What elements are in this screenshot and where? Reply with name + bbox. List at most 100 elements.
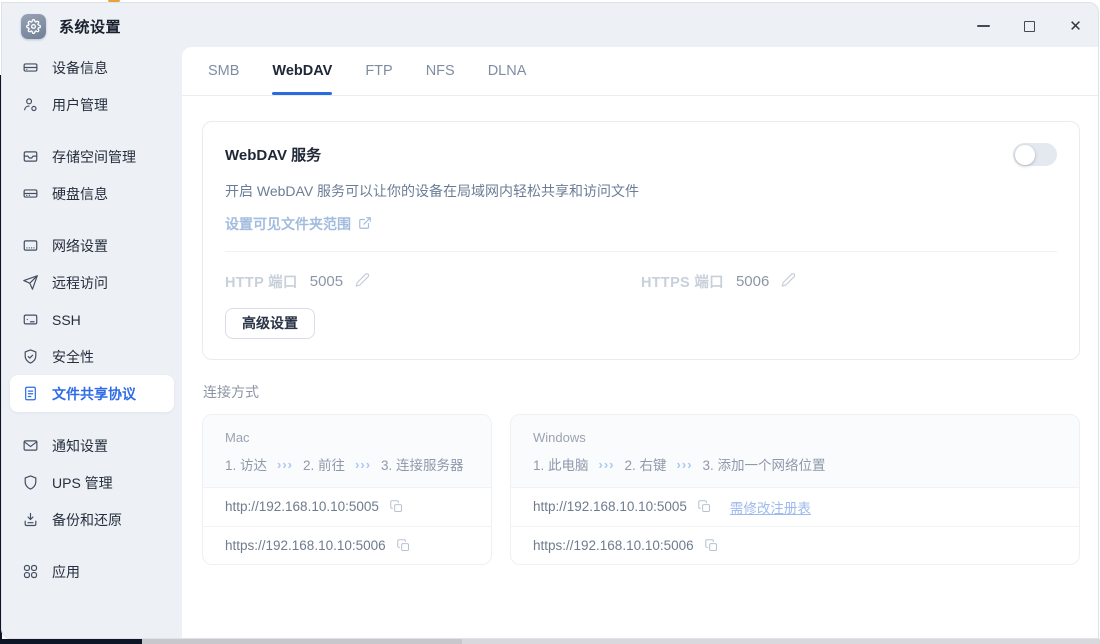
tab-ftp[interactable]: FTP [365, 47, 392, 95]
copy-icon[interactable] [697, 499, 712, 514]
connection-card-windows: Windows 1. 此电脑 ››› 2. 右键 ››› 3. 添加一个网络位置 http:… [510, 414, 1080, 565]
users-icon [22, 96, 39, 113]
ssh-icon [22, 311, 39, 328]
connection-steps: 1. 此电脑 ››› 2. 右键 ››› 3. 添加一个网络位置 [533, 454, 1057, 474]
sidebar-item-disk[interactable]: 硬盘信息 [10, 175, 174, 212]
sidebar-item-label: 远程访问 [52, 274, 108, 291]
maximize-icon[interactable] [1020, 17, 1039, 36]
close-icon[interactable]: ✕ [1066, 17, 1085, 36]
storage-icon [22, 148, 39, 165]
url-row: https://192.168.10.10:5006 [203, 525, 491, 565]
http-port-edit-icon[interactable] [355, 272, 370, 292]
minimize-icon[interactable] [974, 17, 993, 36]
os-label: Windows [533, 430, 586, 445]
sidebar-item-ssh[interactable]: SSH [10, 301, 174, 338]
sidebar: 设备信息用户管理存储空间管理硬盘信息网络设置远程访问 SSH 安全性文件共享协议 通知… [2, 49, 182, 638]
device-info-icon [22, 59, 39, 76]
content-panel: SMB WebDAV FTP NFS DLNA WebDAV 服务 开启 WebDAV … [182, 47, 1098, 638]
step-label: 1. 此电脑 [533, 458, 589, 473]
sidebar-item-notification[interactable]: 通知设置 [10, 427, 174, 464]
backdrop-grey-segment [142, 639, 462, 644]
service-title: WebDAV 服务 [225, 147, 322, 164]
connection-card-mac: Mac 1. 访达 ››› 2. 前往 ››› 3. 连接服务器 http://192.16… [202, 414, 492, 565]
file-share-icon [22, 385, 39, 402]
https-port-edit-icon[interactable] [781, 272, 796, 292]
sidebar-item-file-share[interactable]: 文件共享协议 [10, 375, 174, 412]
ups-icon [22, 474, 39, 491]
sidebar-item-remote[interactable]: 远程访问 [10, 264, 174, 301]
apps-icon [22, 563, 39, 580]
sidebar-item-label: 设备信息 [52, 59, 108, 76]
connection-cards: Mac 1. 访达 ››› 2. 前往 ››› 3. 连接服务器 http://192.16… [202, 414, 1080, 565]
connection-steps: 1. 访达 ››› 2. 前往 ››› 3. 连接服务器 [225, 454, 469, 474]
http-port-group: HTTP 端口 5005 [225, 271, 641, 292]
tab-webdav[interactable]: WebDAV [272, 47, 332, 95]
sidebar-group-1: 设备信息 用户管理 [2, 49, 182, 123]
chevron-right-icon: ››› [277, 456, 294, 472]
step-label: 2. 右键 [624, 458, 667, 473]
webdav-service-card: WebDAV 服务 开启 WebDAV 服务可以让你的设备在局域网内轻松共享和访… [202, 121, 1080, 360]
chevron-right-icon: ››› [598, 456, 615, 472]
https-port-label: HTTPS 端口 [641, 275, 724, 291]
titlebar: 系统设置 ✕ [2, 3, 1098, 49]
sidebar-item-users[interactable]: 用户管理 [10, 86, 174, 123]
sidebar-item-label: 文件共享协议 [52, 385, 136, 402]
sidebar-item-label: 通知设置 [52, 437, 108, 454]
sidebar-item-label: 备份和还原 [52, 511, 122, 528]
sidebar-group-2: 存储空间管理硬盘信息 [2, 138, 182, 212]
folder-scope-link[interactable]: 设置可见文件夹范围 [225, 214, 1057, 234]
disk-icon [22, 185, 39, 202]
connection-url: http://192.168.10.10:5005 [225, 499, 379, 515]
external-link-icon [358, 216, 372, 233]
sidebar-item-device-info[interactable]: 设备信息 [10, 49, 174, 86]
sidebar-group-3: 网络设置远程访问 SSH 安全性文件共享协议 [2, 227, 182, 412]
sidebar-item-label: UPS 管理 [52, 474, 113, 491]
remote-icon [22, 274, 39, 291]
registry-note-link[interactable]: 需修改注册表 [730, 497, 811, 517]
sidebar-item-storage[interactable]: 存储空间管理 [10, 138, 174, 175]
step-label: 2. 前往 [303, 458, 346, 473]
sidebar-item-security[interactable]: 安全性 [10, 338, 174, 375]
advanced-settings-button[interactable]: 高级设置 [225, 308, 315, 339]
chevron-right-icon: ››› [355, 456, 372, 472]
copy-icon[interactable] [389, 499, 404, 514]
connection-card-header: Mac 1. 访达 ››› 2. 前往 ››› 3. 连接服务器 [203, 415, 491, 487]
sidebar-item-backup[interactable]: 备份和还原 [10, 501, 174, 538]
connection-card-header: Windows 1. 此电脑 ››› 2. 右键 ››› 3. 添加一个网络位置 [511, 415, 1079, 487]
settings-gear-icon [21, 13, 46, 39]
https-port-value: 5006 [735, 273, 770, 290]
connection-url: http://192.168.10.10:5005 [533, 499, 687, 515]
copy-icon[interactable] [396, 538, 411, 553]
tab-dlna[interactable]: DLNA [488, 47, 527, 95]
notification-icon [22, 437, 39, 454]
window-controls: ✕ [974, 17, 1098, 36]
os-label: Mac [225, 430, 250, 445]
settings-window: 系统设置 ✕ 设备信息用户管理存储空间管理硬盘信息网络设置远程访问 SSH 安全性文… [1, 2, 1099, 639]
sidebar-group-5: 应用 [2, 553, 182, 590]
connection-url: https://192.168.10.10:5006 [225, 537, 386, 553]
sidebar-item-label: 存储空间管理 [52, 148, 136, 165]
scroll-area: WebDAV 服务 开启 WebDAV 服务可以让你的设备在局域网内轻松共享和访… [182, 96, 1098, 565]
tab-nfs[interactable]: NFS [426, 47, 455, 95]
sidebar-item-apps[interactable]: 应用 [10, 553, 174, 590]
sidebar-item-ups[interactable]: UPS 管理 [10, 464, 174, 501]
step-label: 3. 连接服务器 [381, 458, 464, 473]
network-icon [22, 237, 39, 254]
sidebar-item-label: 安全性 [52, 348, 94, 365]
step-label: 3. 添加一个网络位置 [702, 458, 826, 473]
sidebar-item-label: 用户管理 [52, 96, 108, 113]
webdav-toggle[interactable] [1013, 143, 1057, 166]
copy-icon[interactable] [704, 538, 719, 553]
tab-smb[interactable]: SMB [208, 47, 239, 95]
http-port-value: 5005 [309, 273, 344, 290]
window-title: 系统设置 [59, 18, 122, 36]
backup-icon [22, 511, 39, 528]
sidebar-item-label: SSH [52, 311, 81, 328]
folder-scope-link-label: 设置可见文件夹范围 [225, 216, 351, 232]
backdrop-bottom-strip [0, 639, 1100, 644]
security-icon [22, 348, 39, 365]
url-row: http://192.168.10.10:5005 [203, 487, 491, 526]
protocol-tabs: SMB WebDAV FTP NFS DLNA [182, 47, 1098, 96]
step-label: 1. 访达 [225, 458, 268, 473]
sidebar-item-network[interactable]: 网络设置 [10, 227, 174, 264]
